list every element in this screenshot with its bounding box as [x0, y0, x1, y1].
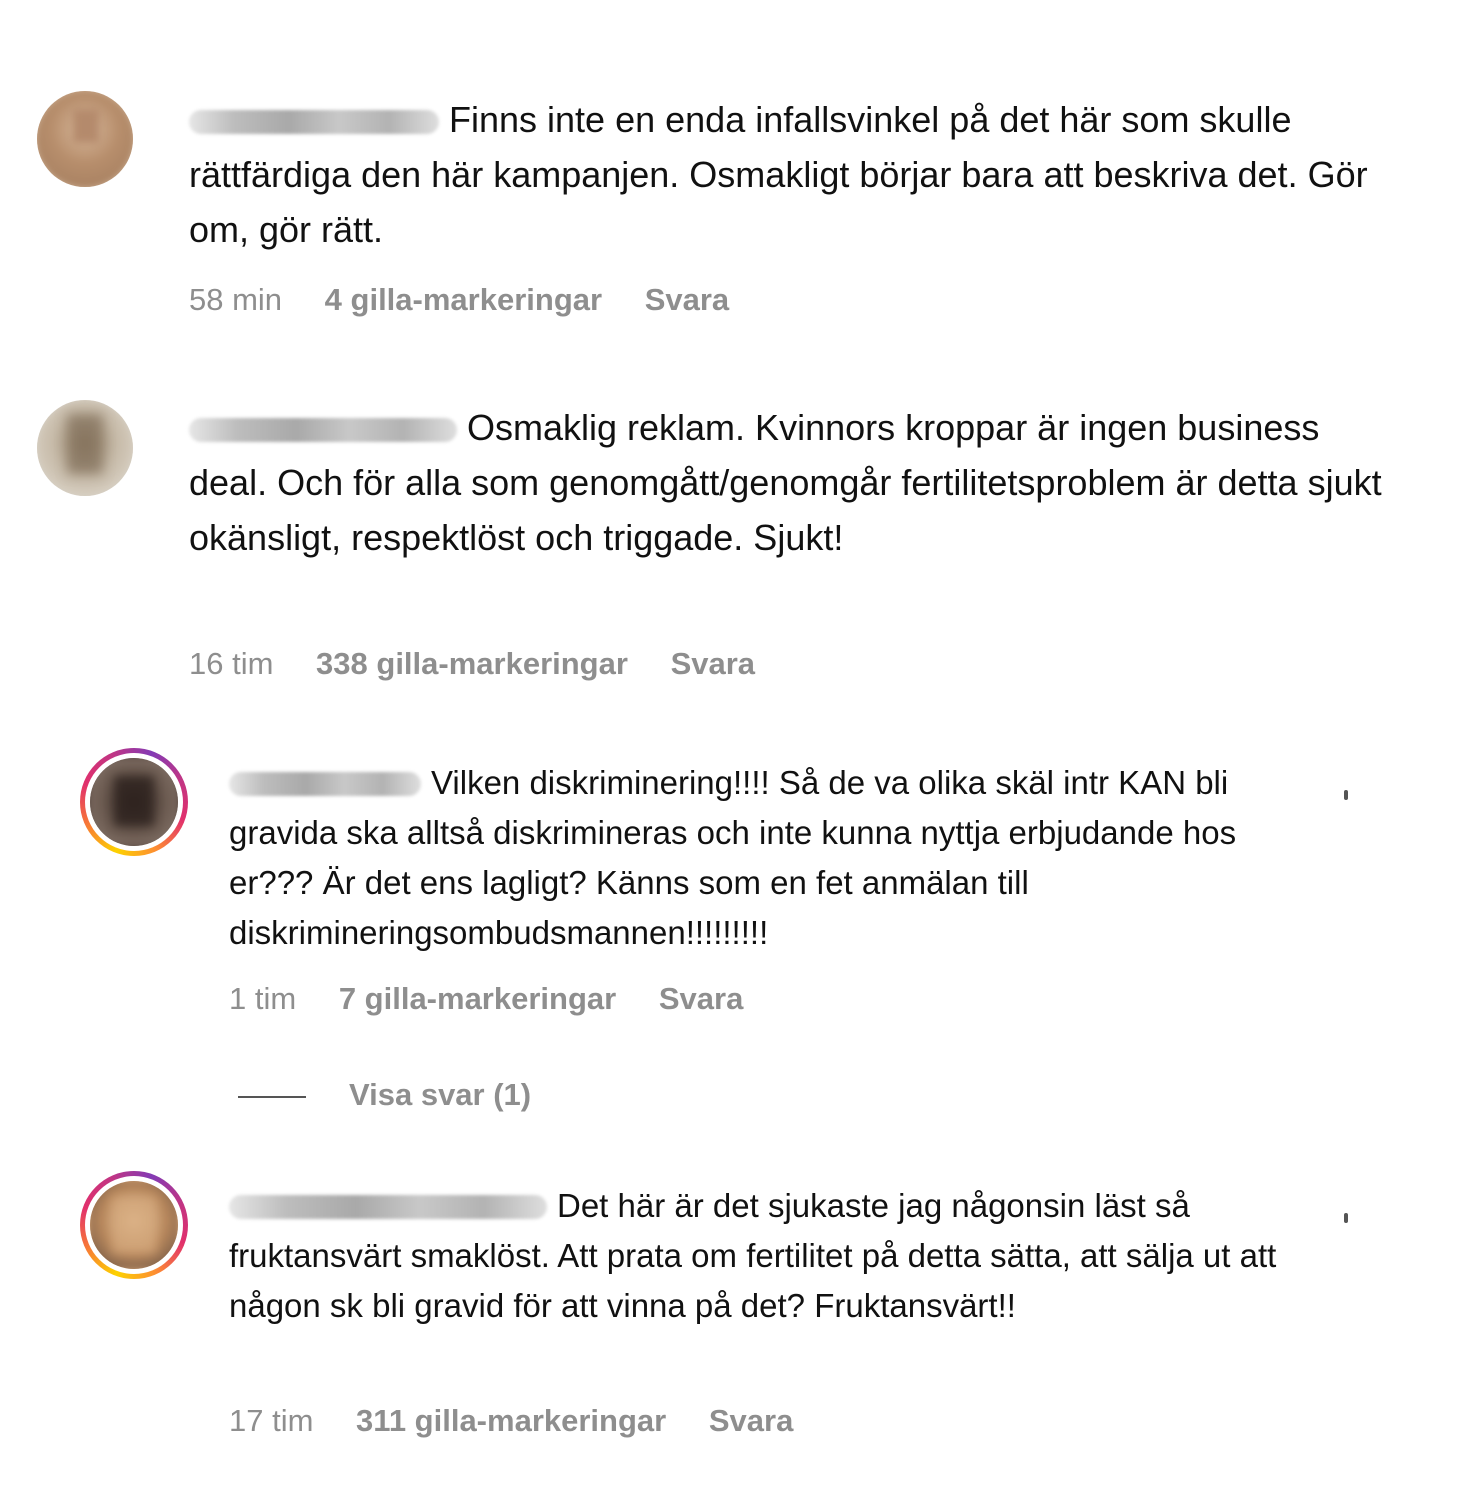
- avatar[interactable]: [37, 91, 133, 187]
- username-redacted[interactable]: [229, 1195, 547, 1219]
- username-redacted[interactable]: [189, 418, 457, 442]
- avatar: [90, 758, 178, 846]
- replies-divider: [238, 1096, 306, 1098]
- username-redacted[interactable]: [229, 772, 421, 796]
- avatar[interactable]: [37, 400, 133, 496]
- reply-button[interactable]: Svara: [709, 1403, 793, 1439]
- likes-count[interactable]: 7 gilla-markeringar: [339, 981, 616, 1017]
- avatar: [90, 1181, 178, 1269]
- reply-button[interactable]: Svara: [671, 646, 755, 682]
- comment-time: 17 tim: [229, 1403, 314, 1438]
- more-options-icon[interactable]: [1344, 790, 1348, 800]
- reply-button[interactable]: Svara: [645, 282, 729, 318]
- show-replies-button[interactable]: Visa svar (1): [349, 1077, 531, 1113]
- reply-button[interactable]: Svara: [659, 981, 743, 1017]
- avatar-story-ring[interactable]: [80, 1171, 188, 1279]
- likes-count[interactable]: 4 gilla-markeringar: [325, 282, 602, 318]
- username-redacted[interactable]: [189, 110, 439, 134]
- avatar-story-ring[interactable]: [80, 748, 188, 856]
- comment-time: 1 tim: [229, 981, 297, 1016]
- likes-count[interactable]: 338 gilla-markeringar: [316, 646, 628, 682]
- comment-time: 16 tim: [189, 646, 274, 681]
- more-options-icon[interactable]: [1344, 1213, 1348, 1223]
- comment-time: 58 min: [189, 282, 283, 317]
- likes-count[interactable]: 311 gilla-markeringar: [356, 1403, 666, 1439]
